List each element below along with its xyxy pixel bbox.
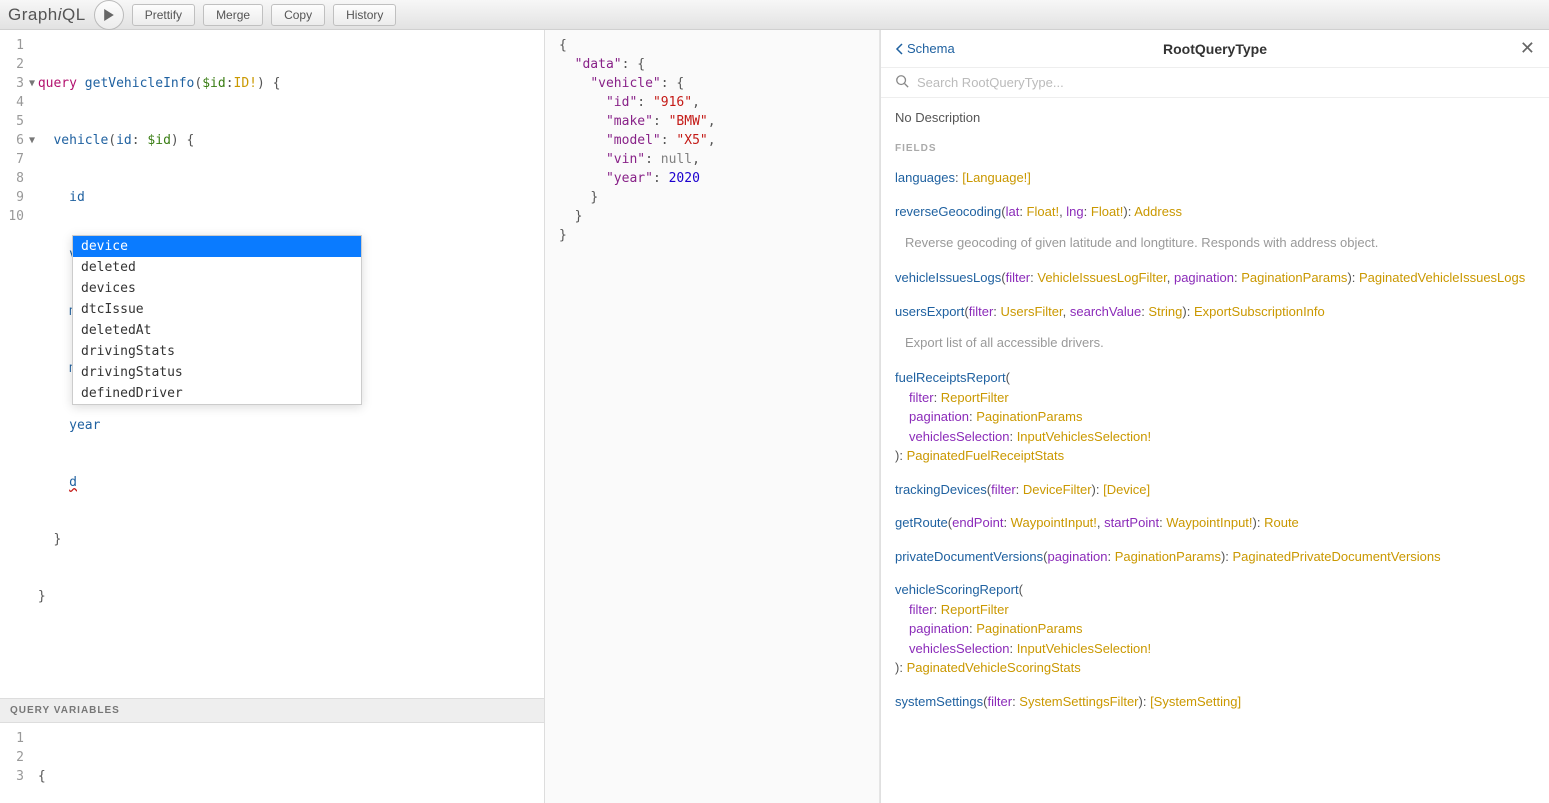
docs-title: RootQueryType <box>1163 41 1267 57</box>
autocomplete-item[interactable]: device <box>73 236 361 257</box>
play-icon <box>103 9 115 21</box>
docs-search-input[interactable] <box>917 75 1535 90</box>
query-editor-pane: 12345678910 ▼ query getVehicleInfo($id:I… <box>0 30 545 803</box>
history-button[interactable]: History <box>333 4 396 26</box>
autocomplete-item[interactable]: deleted <box>73 257 361 278</box>
autocomplete-item[interactable]: definedDriver <box>73 383 361 404</box>
docs-field-description: Export list of all accessible drivers. <box>905 335 1535 350</box>
results-json[interactable]: { "data": { "vehicle": { "id": "916", "m… <box>545 36 879 245</box>
autocomplete-popup[interactable]: devicedeleteddevicesdtcIssuedeletedAtdri… <box>72 235 362 405</box>
logo: GraphiQL <box>8 5 86 25</box>
topbar: GraphiQL Prettify Merge Copy History <box>0 0 1549 30</box>
docs-field[interactable]: fuelReceiptsReport(filter: ReportFilterp… <box>895 368 1535 466</box>
docs-description: No Description <box>895 110 1535 125</box>
prettify-button[interactable]: Prettify <box>132 4 195 26</box>
docs-field[interactable]: trackingDevices(filter: DeviceFilter): [… <box>895 480 1535 500</box>
docs-field-description: Reverse geocoding of given latitude and … <box>905 235 1535 250</box>
autocomplete-item[interactable]: dtcIssue <box>73 299 361 320</box>
docs-back-button[interactable]: Schema <box>895 41 955 56</box>
docs-field[interactable]: systemSettings(filter: SystemSettingsFil… <box>895 692 1535 712</box>
autocomplete-item[interactable]: drivingStatus <box>73 362 361 383</box>
docs-field[interactable]: vehicleScoringReport(filter: ReportFilte… <box>895 580 1535 678</box>
docs-field[interactable]: getRoute(endPoint: WaypointInput!, start… <box>895 513 1535 533</box>
docs-field[interactable]: privateDocumentVersions(pagination: Pagi… <box>895 547 1535 567</box>
variables-header[interactable]: QUERY VARIABLES <box>0 698 544 723</box>
autocomplete-item[interactable]: drivingStats <box>73 341 361 362</box>
docs-field[interactable]: reverseGeocoding(lat: Float!, lng: Float… <box>895 202 1535 222</box>
docs-pane: Schema RootQueryType ✕ No Description FI… <box>880 30 1549 803</box>
copy-button[interactable]: Copy <box>271 4 325 26</box>
fields-heading: FIELDS <box>895 143 1535 154</box>
autocomplete-item[interactable]: deletedAt <box>73 320 361 341</box>
docs-field[interactable]: vehicleIssuesLogs(filter: VehicleIssuesL… <box>895 268 1535 288</box>
search-icon <box>895 74 909 91</box>
fold-icon[interactable]: ▼ <box>29 131 35 150</box>
docs-close-button[interactable]: ✕ <box>1520 38 1535 59</box>
line-gutter: 12345678910 <box>0 36 30 698</box>
merge-button[interactable]: Merge <box>203 4 263 26</box>
docs-field[interactable]: usersExport(filter: UsersFilter, searchV… <box>895 302 1535 322</box>
docs-field[interactable]: languages: [Language!] <box>895 168 1535 188</box>
autocomplete-item[interactable]: devices <box>73 278 361 299</box>
chevron-left-icon <box>895 43 903 55</box>
execute-button[interactable] <box>94 0 124 30</box>
line-gutter: 123 <box>0 729 30 803</box>
results-pane: { "data": { "vehicle": { "id": "916", "m… <box>545 30 880 803</box>
variables-editor[interactable]: 123 { "id": "916" } <box>0 723 544 803</box>
fold-icon[interactable]: ▼ <box>29 74 35 93</box>
